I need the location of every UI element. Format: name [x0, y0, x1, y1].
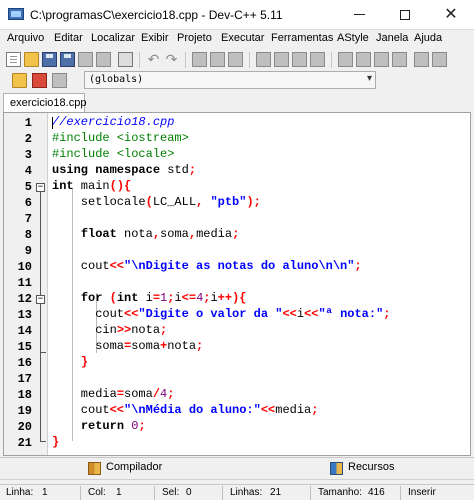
- title-bar: C:\programasC\exercicio18.cpp - Dev-C++ …: [0, 0, 474, 30]
- code-line: 7: [24, 212, 32, 226]
- code-line: 8 float nota,soma,media;: [24, 227, 240, 242]
- status-size-label: Tamanho:: [318, 487, 362, 498]
- save-all-icon[interactable]: [60, 52, 75, 67]
- status-size-value: 416: [368, 487, 385, 498]
- run-icon[interactable]: [274, 52, 289, 67]
- code-line: 10 cout<<"\nDigite as notas do aluno\n\n…: [17, 259, 362, 274]
- goto-bookmark-icon[interactable]: [52, 73, 67, 88]
- find-icon[interactable]: [192, 52, 207, 67]
- scope-dropdown-value: (globals): [89, 74, 144, 85]
- menu-arquivo[interactable]: Arquivo: [7, 32, 44, 44]
- compile-icon[interactable]: [256, 52, 271, 67]
- insert-icon[interactable]: [12, 73, 27, 88]
- status-line-label: Linha:: [6, 487, 34, 498]
- menu-astyle[interactable]: AStyle: [337, 32, 369, 44]
- code-line: 19 cout<<"\nMédia do aluno:"<<media;: [17, 403, 319, 418]
- code-line: 20 return 0;: [17, 419, 146, 434]
- code-line: 21 }: [17, 435, 60, 450]
- fold-toggle-icon[interactable]: −: [36, 295, 45, 304]
- bottom-panel-tabs: Compilador Recursos: [0, 457, 474, 479]
- status-insert-mode: Inserir: [408, 487, 436, 498]
- chevron-down-icon: ▾: [366, 73, 372, 84]
- code-line: 12 − for (int i=1;i<=4;i++){: [17, 291, 247, 306]
- close-icon: ✕: [444, 6, 458, 23]
- close-all-icon[interactable]: [96, 52, 111, 67]
- code-line: 3 #include <locale>: [24, 147, 175, 162]
- code-line: 14 cin>>nota;: [17, 323, 168, 338]
- close-button[interactable]: ✕: [428, 0, 474, 30]
- options-icon[interactable]: [392, 52, 407, 67]
- menu-janela[interactable]: Janela: [376, 32, 408, 44]
- code-line: 13 cout<<"Digite o valor da "<<i<<"ª not…: [17, 307, 391, 322]
- undo-icon[interactable]: ↶: [146, 52, 161, 67]
- open-folder-icon[interactable]: [24, 52, 39, 67]
- goto-line-icon[interactable]: [228, 52, 243, 67]
- status-sel-label: Sel:: [162, 487, 180, 498]
- status-col-value: 1: [116, 487, 122, 498]
- window-title: C:\programasC\exercicio18.cpp - Dev-C++ …: [30, 8, 283, 22]
- status-bar: Linha: 1 Col: 1 Sel: 0 Linhas: 21 Tamanh…: [0, 484, 474, 500]
- menu-localizar[interactable]: Localizar: [91, 32, 135, 44]
- compiler-icon: [88, 462, 101, 475]
- code-line: 18 media=soma/4;: [17, 387, 175, 402]
- print-icon[interactable]: [118, 52, 133, 67]
- tab-recursos[interactable]: Recursos: [348, 461, 394, 473]
- status-lines-label: Linhas:: [230, 487, 263, 498]
- menu-bar: Arquivo Editar Localizar Exibir Projeto …: [0, 30, 474, 49]
- about-icon[interactable]: [432, 52, 447, 67]
- menu-ferramentas[interactable]: Ferramentas: [271, 32, 333, 44]
- code-line: 17: [17, 372, 32, 386]
- code-line: 16 }: [17, 355, 89, 370]
- save-icon[interactable]: [42, 52, 57, 67]
- code-line: 15 soma=soma+nota;: [17, 339, 204, 354]
- rebuild-icon[interactable]: [310, 52, 325, 67]
- code-line: 1 //exercicio18.cpp: [24, 115, 175, 130]
- code-line: 4 using namespace std;: [24, 163, 197, 178]
- code-editor[interactable]: 1 //exercicio18.cpp 2 #include <iostream…: [3, 112, 471, 456]
- menu-ajuda[interactable]: Ajuda: [414, 32, 442, 44]
- replace-icon[interactable]: [210, 52, 225, 67]
- code-line: 11: [17, 276, 32, 290]
- menu-editar[interactable]: Editar: [54, 32, 83, 44]
- debug-icon[interactable]: [338, 52, 353, 67]
- maximize-icon: [400, 9, 410, 20]
- bookmark-icon[interactable]: [32, 73, 47, 88]
- fold-toggle-icon[interactable]: −: [36, 183, 45, 192]
- close-file-icon[interactable]: [78, 52, 93, 67]
- main-toolbar: ↶ ↷: [0, 49, 474, 71]
- redo-icon[interactable]: ↷: [164, 52, 179, 67]
- status-line-value: 1: [42, 487, 48, 498]
- code-line: 2 #include <iostream>: [24, 131, 189, 146]
- new-file-icon[interactable]: [6, 52, 21, 67]
- tab-compilador[interactable]: Compilador: [106, 461, 162, 473]
- tab-exercicio18[interactable]: exercicio18.cpp: [3, 93, 86, 112]
- menu-executar[interactable]: Executar: [221, 32, 264, 44]
- code-line: 5 − int main(){: [24, 179, 132, 194]
- menu-projeto[interactable]: Projeto: [177, 32, 212, 44]
- maximize-button[interactable]: [382, 0, 428, 30]
- minimize-icon: [353, 14, 365, 16]
- status-sel-value: 0: [186, 487, 192, 498]
- menu-exibir[interactable]: Exibir: [141, 32, 169, 44]
- minimize-button[interactable]: [336, 0, 382, 30]
- scope-dropdown[interactable]: (globals) ▾: [84, 71, 376, 89]
- editor-tabs: exercicio18.cpp: [0, 92, 474, 112]
- code-line: 9: [24, 244, 32, 258]
- resources-icon: [330, 462, 343, 475]
- new-project-icon[interactable]: [374, 52, 389, 67]
- text-cursor: [52, 117, 53, 129]
- status-lines-value: 21: [270, 487, 282, 498]
- code-line: 6 setlocale(LC_ALL, "ptb");: [24, 195, 261, 210]
- devcpp-app-icon: [8, 8, 24, 22]
- profile-icon[interactable]: [356, 52, 371, 67]
- compiler-options-icon[interactable]: [414, 52, 429, 67]
- status-col-label: Col:: [88, 487, 106, 498]
- compile-run-icon[interactable]: [292, 52, 307, 67]
